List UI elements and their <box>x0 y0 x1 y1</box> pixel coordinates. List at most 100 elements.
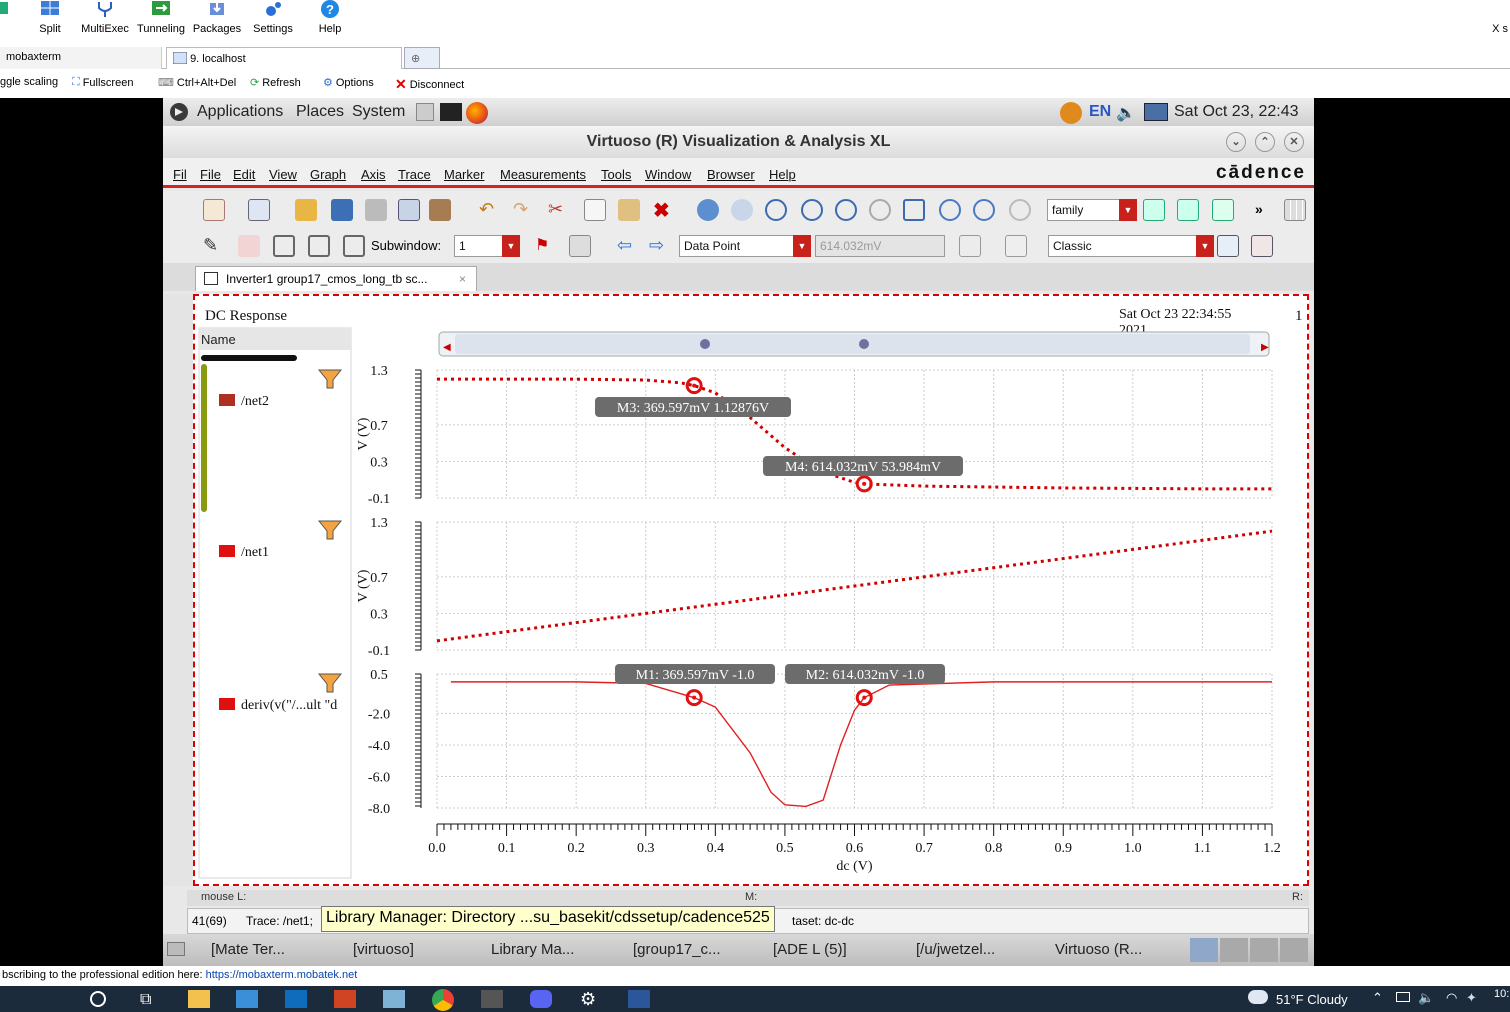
packages-button[interactable]: Packages <box>192 0 242 44</box>
workspace-2[interactable] <box>1220 938 1248 962</box>
zoom-out-icon[interactable] <box>835 199 857 221</box>
grid-icon[interactable] <box>1284 199 1306 221</box>
previous-marker-icon[interactable]: ⇦ <box>617 235 639 257</box>
more-tools-icon[interactable]: » <box>1255 201 1263 217</box>
open-folder-icon[interactable] <box>295 199 317 221</box>
copy-icon[interactable] <box>584 199 606 221</box>
menu-help[interactable]: Help <box>769 167 796 182</box>
new-subwindow-icon[interactable] <box>248 199 270 221</box>
menu-axis[interactable]: Axis <box>361 167 386 182</box>
delete-icon[interactable]: ✖ <box>653 198 675 222</box>
task-view-icon[interactable]: ⧉ <box>140 991 151 1009</box>
help-button[interactable]: ? Help <box>310 0 350 44</box>
tab-mobaxterm[interactable]: mobaxterm <box>0 47 162 69</box>
close-tab-icon[interactable]: × <box>459 272 466 286</box>
menu-trace[interactable]: Trace <box>398 167 431 182</box>
network-icon[interactable] <box>1144 103 1168 121</box>
mail-icon[interactable] <box>236 990 258 1008</box>
maximize-button[interactable]: ⌃ <box>1255 132 1275 152</box>
dropbox-icon[interactable]: ✦ <box>1466 990 1477 1006</box>
text-editor-icon[interactable] <box>416 103 434 121</box>
close-button[interactable]: ✕ <box>1284 132 1304 152</box>
zoom-disabled-icon[interactable] <box>1009 199 1031 221</box>
window-list-icon[interactable] <box>1217 235 1239 257</box>
flag-icon[interactable]: ⚑ <box>535 235 557 257</box>
volume-icon[interactable]: 🔈 <box>1116 103 1136 123</box>
task-group17[interactable]: [group17_c... <box>633 941 721 958</box>
split-button[interactable]: Split <box>30 0 70 44</box>
language-indicator[interactable]: EN <box>1089 103 1111 121</box>
applications-menu[interactable]: Applications <box>197 103 283 121</box>
undo-icon[interactable]: ↶ <box>479 199 501 221</box>
fullscreen-button[interactable]: ⛶ Fullscreen <box>72 76 133 89</box>
menu-marker[interactable]: Marker <box>444 167 484 182</box>
settings-gear-icon[interactable]: ⚙ <box>580 989 596 1010</box>
system-menu[interactable]: System <box>352 103 405 121</box>
paste-icon[interactable] <box>618 199 640 221</box>
bar-chart-icon[interactable] <box>959 235 981 257</box>
update-notifier-icon[interactable] <box>1060 102 1082 124</box>
places-menu[interactable]: Places <box>296 103 344 121</box>
multiexec-button[interactable]: MultiExec <box>80 0 130 44</box>
zoom-in-icon[interactable] <box>801 199 823 221</box>
task-virtuoso-viva[interactable]: Virtuoso (R... <box>1055 941 1142 958</box>
zoom-xy-icon[interactable] <box>973 199 995 221</box>
cut-tool-icon[interactable] <box>0 0 10 44</box>
waveform-icon[interactable] <box>398 199 420 221</box>
wifi-icon[interactable]: ◠ <box>1446 990 1457 1006</box>
menu-tools[interactable]: Tools <box>601 167 631 182</box>
task-library-manager[interactable]: Library Ma... <box>491 941 574 958</box>
zoom-y-icon[interactable] <box>939 199 961 221</box>
options-button[interactable]: ⚙ Options <box>323 76 374 90</box>
task-virtuoso[interactable]: [virtuoso] <box>353 941 414 958</box>
workspace-4[interactable] <box>1280 938 1308 962</box>
waveform-graph[interactable]: DC Response Sat Oct 23 22:34:5520211Name/… <box>195 296 1307 884</box>
workspace-3[interactable] <box>1250 938 1278 962</box>
notepad-icon[interactable] <box>383 990 405 1008</box>
discord-icon[interactable] <box>530 990 552 1008</box>
battery-icon[interactable] <box>1396 992 1410 1002</box>
fit-icon[interactable] <box>697 199 719 221</box>
menu-edit[interactable]: Edit <box>233 167 255 182</box>
strip-horizontal-icon[interactable] <box>273 235 295 257</box>
layout-stack-icon[interactable] <box>1177 199 1199 221</box>
promo-link[interactable]: https://mobaxterm.mobatek.net <box>206 969 358 981</box>
settings-window-icon[interactable] <box>1251 235 1273 257</box>
cut-icon[interactable]: ✂ <box>548 199 570 221</box>
zoom-fit-icon[interactable] <box>731 199 753 221</box>
tunneling-button[interactable]: Tunneling <box>135 0 187 44</box>
task-mate-terminal[interactable]: [Mate Ter... <box>211 941 285 958</box>
system-clock[interactable]: 10: <box>1494 988 1509 1000</box>
family-combo[interactable]: family ▼ <box>1047 199 1137 221</box>
zoom-box-icon[interactable] <box>903 199 925 221</box>
firefox-icon[interactable] <box>466 102 488 124</box>
info-icon[interactable] <box>569 235 591 257</box>
word-icon[interactable] <box>628 990 650 1008</box>
office-icon[interactable] <box>334 990 356 1008</box>
doc-tab-inverter[interactable]: Inverter1 group17_cmos_long_tb sc... × <box>195 266 477 291</box>
minimize-button[interactable]: ⌄ <box>1226 132 1246 152</box>
calculator-icon[interactable] <box>1005 235 1027 257</box>
menu-measurements[interactable]: Measurements <box>500 167 586 182</box>
camera-icon[interactable] <box>429 199 451 221</box>
style-combo[interactable]: Classic ▼ <box>1048 235 1214 257</box>
layout-strip-icon[interactable] <box>1212 199 1234 221</box>
menu-graph[interactable]: Graph <box>310 167 346 182</box>
subwindow-combo[interactable]: 1 ▼ <box>454 235 520 257</box>
pointer-icon[interactable]: ✎ <box>203 235 225 257</box>
graph-area[interactable]: DC Response Sat Oct 23 22:34:55 2021 1 Name /… <box>193 294 1309 886</box>
zoom-icon[interactable] <box>765 199 787 221</box>
redo-icon[interactable]: ↷ <box>513 199 535 221</box>
weather-icon[interactable] <box>1248 990 1268 1004</box>
ctrl-alt-del-button[interactable]: ⌨ Ctrl+Alt+Del <box>158 76 236 90</box>
subwindow-grid-icon[interactable] <box>343 235 365 257</box>
gnome-clock[interactable]: Sat Oct 23, 22:43 <box>1174 103 1299 121</box>
settings-button[interactable]: Settings <box>250 0 296 44</box>
volume-tray-icon[interactable]: 🔈 <box>1418 990 1434 1006</box>
print-icon[interactable] <box>365 199 387 221</box>
new-window-icon[interactable] <box>203 199 225 221</box>
search-icon[interactable] <box>90 991 106 1007</box>
menu-browser[interactable]: Browser <box>707 167 755 182</box>
next-marker-icon[interactable]: ⇨ <box>649 235 671 257</box>
disconnect-button[interactable]: ✕ Disconnect <box>395 76 464 93</box>
